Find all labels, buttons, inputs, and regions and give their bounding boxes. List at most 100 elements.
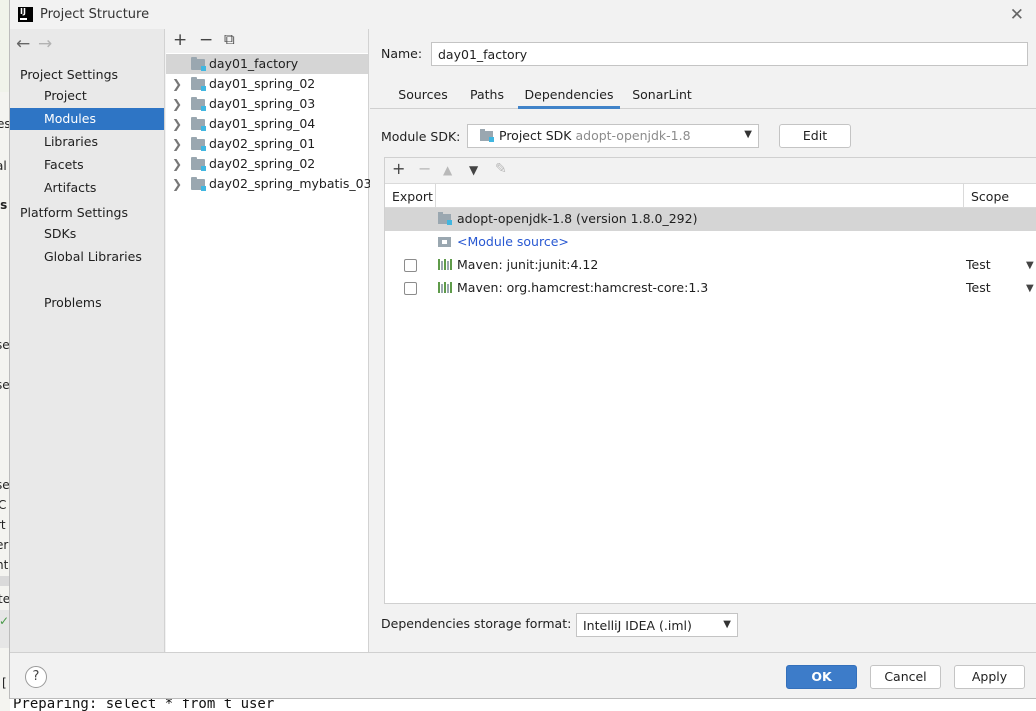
background-text: is — [0, 198, 8, 212]
module-row-day02-spring-01[interactable]: ❯ day02_spring_01 — [166, 134, 368, 154]
close-icon[interactable]: ✕ — [1010, 5, 1024, 25]
remove-icon[interactable]: − — [418, 159, 431, 178]
scope-value[interactable]: Test — [966, 280, 991, 295]
storage-format-select[interactable]: IntelliJ IDEA (.iml) ▼ — [576, 613, 738, 637]
module-label: day01_spring_04 — [209, 116, 316, 131]
chevron-right-icon[interactable]: ❯ — [172, 154, 182, 174]
settings-nav: ← → Project Settings Project Modules Libr… — [10, 29, 165, 652]
cancel-button[interactable]: Cancel — [870, 665, 941, 689]
dependency-label: adopt-openjdk-1.8 (version 1.8.0_292) — [457, 211, 698, 226]
apply-button[interactable]: Apply — [954, 665, 1025, 689]
module-sdk-label: Module SDK: — [381, 129, 461, 144]
nav-history: ← → — [16, 34, 60, 54]
edit-sdk-button[interactable]: Edit — [779, 124, 851, 148]
name-label: Name: — [381, 46, 423, 61]
background-text: [ — [2, 676, 7, 690]
column-divider — [435, 184, 436, 208]
export-checkbox[interactable] — [404, 282, 417, 295]
console-line: Preparing: select * from t_user — [13, 698, 275, 711]
project-structure-dialog: IJ Project Structure ✕ ← → Project Settin… — [9, 0, 1036, 699]
chevron-right-icon[interactable]: ❯ — [172, 134, 182, 154]
nav-item-global-libraries[interactable]: Global Libraries — [10, 246, 164, 268]
storage-format-value: IntelliJ IDEA (.iml) — [583, 618, 692, 633]
background-text: rt — [0, 518, 6, 532]
check-icon: ✓ — [0, 614, 10, 628]
background-text: nt — [0, 558, 9, 572]
chevron-right-icon[interactable]: ❯ — [172, 114, 182, 134]
module-row-day01-factory[interactable]: day01_factory — [166, 54, 368, 74]
module-detail-panel: Name: Sources Paths Dependencies SonarLi… — [370, 29, 1036, 652]
forward-arrow-icon[interactable]: → — [38, 34, 60, 54]
background-console: Preparing: select * from t_user — [10, 698, 1036, 711]
nav-item-artifacts[interactable]: Artifacts — [10, 177, 164, 199]
background-text: er — [0, 538, 9, 552]
chevron-right-icon[interactable]: ❯ — [172, 74, 182, 94]
chevron-right-icon[interactable]: ❯ — [172, 94, 182, 114]
column-divider — [963, 184, 964, 208]
dependencies-toolbar: + − ▲ ▼ ✎ — [385, 158, 1036, 184]
column-scope[interactable]: Scope — [971, 189, 1009, 204]
tab-paths[interactable]: Paths — [466, 87, 508, 109]
library-icon — [438, 259, 452, 270]
move-up-icon[interactable]: ▲ — [443, 163, 452, 177]
tab-dependencies[interactable]: Dependencies — [518, 87, 620, 109]
help-button[interactable]: ? — [25, 666, 47, 688]
scope-value[interactable]: Test — [966, 257, 991, 272]
dependency-row-jdk[interactable]: adopt-openjdk-1.8 (version 1.8.0_292) — [385, 208, 1036, 231]
library-icon — [438, 282, 452, 293]
remove-icon[interactable]: − — [199, 30, 213, 50]
nav-item-project[interactable]: Project — [10, 85, 164, 107]
nav-item-facets[interactable]: Facets — [10, 154, 164, 176]
edit-pencil-icon[interactable]: ✎ — [495, 161, 507, 177]
module-toolbar: + − ⧉ — [166, 29, 368, 53]
chevron-down-icon: ▼ — [744, 129, 752, 140]
tab-sources[interactable]: Sources — [392, 87, 454, 109]
module-row-day01-spring-04[interactable]: ❯ day01_spring_04 — [166, 114, 368, 134]
background-text: al — [0, 159, 7, 173]
module-name-input[interactable] — [431, 42, 1028, 66]
nav-item-modules[interactable]: Modules — [10, 108, 164, 130]
module-row-day02-spring-02[interactable]: ❯ day02_spring_02 — [166, 154, 368, 174]
module-row-day01-spring-03[interactable]: ❯ day01_spring_03 — [166, 94, 368, 114]
dependency-row-junit[interactable]: Maven: junit:junit:4.12 Test ▼ — [385, 254, 1036, 277]
module-label: day01_factory — [209, 56, 299, 71]
sdk-select-value: Project SDK adopt-openjdk-1.8 — [499, 128, 691, 143]
module-sdk-select[interactable]: Project SDK adopt-openjdk-1.8 ▼ — [467, 124, 759, 148]
dependencies-header: Export Scope — [385, 184, 1036, 208]
column-export[interactable]: Export — [392, 189, 433, 204]
module-row-day02-spring-mybatis-03[interactable]: ❯ day02_spring_mybatis_03 — [166, 174, 372, 194]
nav-item-sdks[interactable]: SDKs — [10, 223, 164, 245]
nav-item-libraries[interactable]: Libraries — [10, 131, 164, 153]
sdk-folder-icon — [480, 129, 494, 142]
move-down-icon[interactable]: ▼ — [469, 163, 478, 177]
dependency-label: Maven: junit:junit:4.12 — [457, 257, 599, 272]
back-arrow-icon[interactable]: ← — [16, 34, 38, 54]
module-folder-icon — [191, 157, 206, 171]
project-settings-header: Project Settings — [20, 67, 119, 82]
dependency-row-hamcrest[interactable]: Maven: org.hamcrest:hamcrest-core:1.3 Te… — [385, 277, 1036, 300]
chevron-down-icon[interactable]: ▼ — [1026, 283, 1034, 294]
dialog-footer: ? OK Cancel Apply — [10, 652, 1036, 698]
chevron-right-icon[interactable]: ❯ — [172, 174, 182, 194]
module-row-day01-spring-02[interactable]: ❯ day01_spring_02 — [166, 74, 368, 94]
background-text: C — [0, 498, 7, 512]
ok-button[interactable]: OK — [786, 665, 857, 689]
sdk-sub-value: adopt-openjdk-1.8 — [575, 128, 691, 143]
export-checkbox[interactable] — [404, 259, 417, 272]
dependencies-table: + − ▲ ▼ ✎ Export Scope adopt-openjdk-1.8… — [384, 157, 1036, 604]
module-label: day02_spring_02 — [209, 156, 316, 171]
copy-icon[interactable]: ⧉ — [224, 30, 235, 48]
window-title: Project Structure — [40, 7, 150, 22]
nav-item-problems[interactable]: Problems — [10, 292, 164, 314]
add-icon[interactable]: + — [173, 30, 187, 50]
dependency-row-module-source[interactable]: <Module source> — [385, 231, 1036, 254]
jdk-folder-icon — [438, 212, 452, 225]
module-folder-icon — [191, 137, 206, 151]
module-label: day02_spring_mybatis_03 — [209, 176, 372, 191]
module-label: day01_spring_02 — [209, 76, 316, 91]
dependency-label: <Module source> — [457, 234, 569, 249]
tab-sonarlint[interactable]: SonarLint — [630, 87, 694, 109]
module-folder-icon — [191, 97, 206, 111]
chevron-down-icon[interactable]: ▼ — [1026, 260, 1034, 271]
add-icon[interactable]: + — [392, 159, 405, 178]
